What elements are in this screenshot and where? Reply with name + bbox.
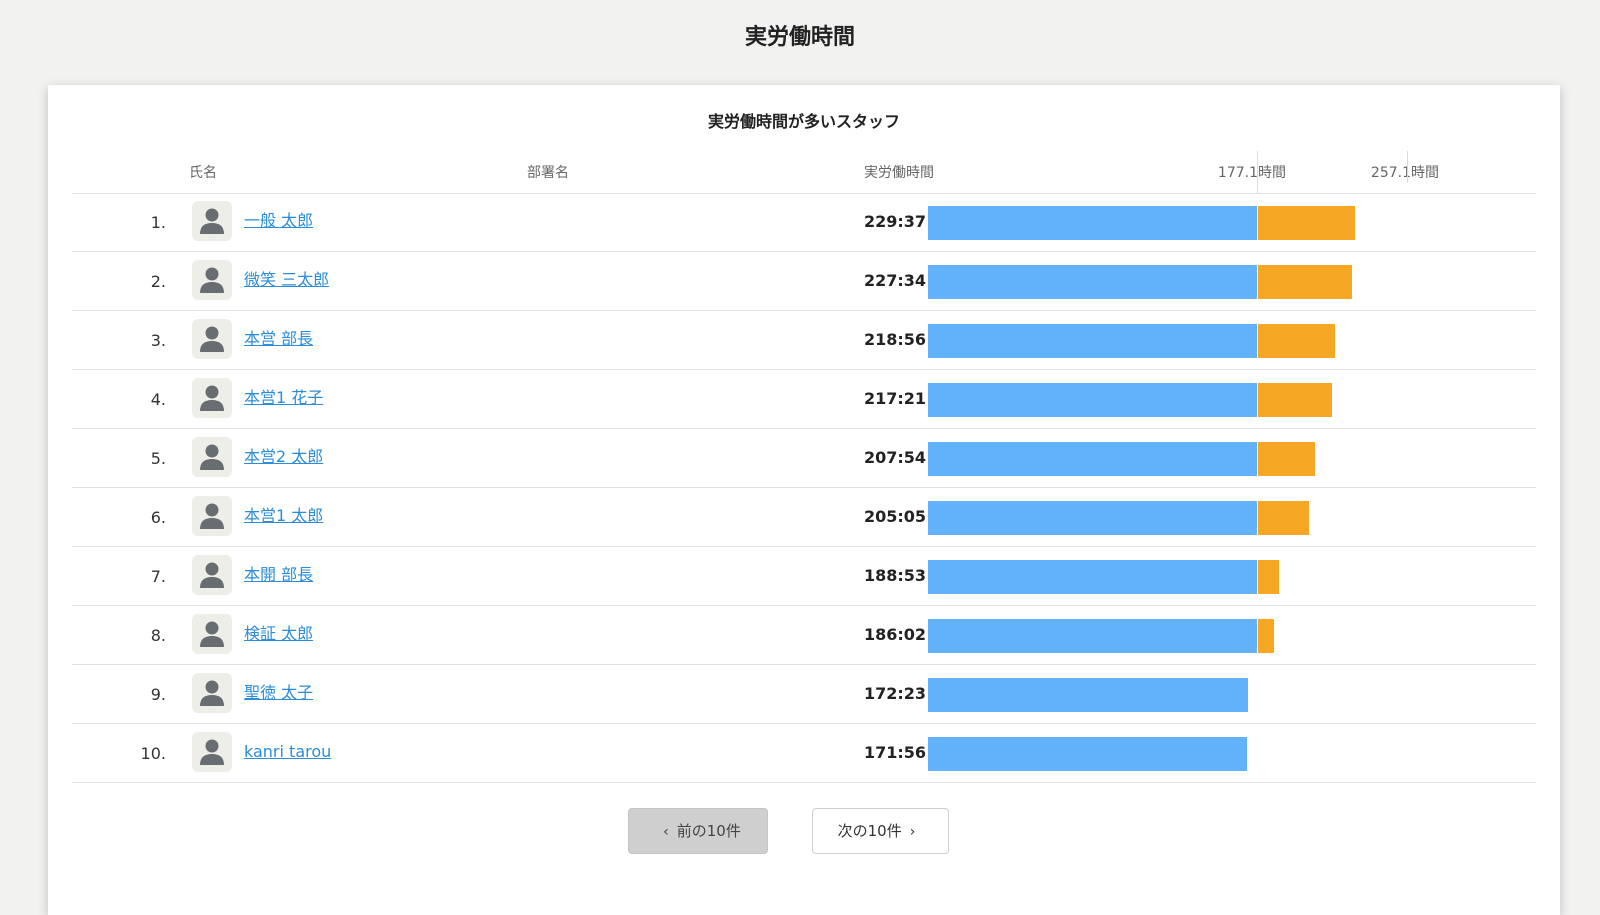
- staff-name-link[interactable]: 本営 部長: [244, 328, 313, 350]
- column-header-department: 部署名: [527, 165, 569, 181]
- hours-value: 217:21: [864, 389, 927, 408]
- rank-number: 3.: [150, 331, 166, 350]
- hours-bar-within: [928, 501, 1257, 535]
- reference-line-limit: [1407, 151, 1408, 183]
- hours-value: 218:56: [864, 330, 927, 349]
- next-page-label: 次の10件: [837, 822, 902, 840]
- avatar-icon: [192, 496, 232, 536]
- rank-number: 10.: [140, 744, 166, 763]
- hours-bar-within: [928, 442, 1257, 476]
- hours-bar-excess: [1258, 383, 1333, 417]
- hours-bar-excess: [1258, 206, 1356, 240]
- table-row: 6. 本営1 太郎 205:05: [72, 488, 1536, 547]
- staff-name-link[interactable]: 本営1 花子: [244, 387, 323, 409]
- hours-bar-within: [928, 678, 1249, 712]
- reference-label-limit: 257.1時間: [1370, 165, 1439, 181]
- reference-line-standard: [1257, 151, 1258, 193]
- hours-value: 229:37: [864, 212, 927, 231]
- hours-bar-within: [928, 560, 1257, 594]
- hours-value: 227:34: [864, 271, 927, 290]
- rank-number: 9.: [150, 685, 166, 704]
- rank-number: 8.: [150, 626, 166, 645]
- hours-bar-within: [928, 619, 1257, 653]
- staff-name-link[interactable]: 検証 太郎: [244, 623, 313, 645]
- avatar-icon: [192, 732, 232, 772]
- hours-value: 171:56: [864, 743, 927, 762]
- rank-number: 5.: [150, 449, 166, 468]
- table-row: 4. 本営1 花子 217:21: [72, 370, 1536, 429]
- hours-bar-excess: [1258, 442, 1315, 476]
- hours-value: 188:53: [864, 566, 927, 585]
- staff-name-link[interactable]: 本営2 太郎: [244, 446, 323, 468]
- table-row: 2. 微笑 三太郎 227:34: [72, 252, 1536, 311]
- chevron-right-icon: ›: [909, 824, 916, 840]
- avatar-icon: [192, 260, 232, 300]
- hours-bar-excess: [1258, 560, 1280, 594]
- table-row: 5. 本営2 太郎 207:54: [72, 429, 1536, 488]
- table-row: 8. 検証 太郎 186:02: [72, 606, 1536, 665]
- staff-name-link[interactable]: kanri tarou: [244, 741, 331, 763]
- card-title: 実労働時間が多いスタッフ: [707, 112, 900, 131]
- prev-page-label: 前の10件: [676, 822, 741, 840]
- hours-bar-excess: [1258, 619, 1274, 653]
- hours-bar-within: [928, 383, 1257, 417]
- table-row: 10. kanri tarou 171:56: [72, 724, 1536, 783]
- avatar-icon: [192, 673, 232, 713]
- table-row: 7. 本開 部長 188:53: [72, 547, 1536, 606]
- hours-value: 207:54: [864, 448, 927, 467]
- hours-bar-within: [928, 265, 1257, 299]
- table-row: 1. 一般 太郎 229:37: [72, 193, 1536, 252]
- rank-number: 4.: [150, 390, 166, 409]
- avatar-icon: [192, 201, 232, 241]
- column-header-hours: 実労働時間: [864, 165, 934, 181]
- pagination: ‹ 前の10件 次の10件 ›: [48, 808, 1560, 854]
- staff-name-link[interactable]: 微笑 三太郎: [244, 269, 329, 291]
- rank-number: 1.: [150, 213, 166, 232]
- avatar-icon: [192, 437, 232, 477]
- rank-number: 7.: [150, 567, 166, 586]
- table-row: 3. 本営 部長 218:56: [72, 311, 1536, 370]
- reference-label-standard: 177.1時間: [1217, 165, 1286, 181]
- staff-list: 1. 一般 太郎 229:37 2. 微笑 三太郎 227:34 3. 本営 部長 218:56…: [72, 193, 1536, 783]
- avatar-icon: [192, 614, 232, 654]
- table-row: 9. 聖徳 太子 172:23: [72, 665, 1536, 724]
- rank-number: 6.: [150, 508, 166, 527]
- hours-value: 205:05: [864, 507, 927, 526]
- staff-name-link[interactable]: 一般 太郎: [244, 210, 313, 232]
- avatar-icon: [192, 378, 232, 418]
- staff-name-link[interactable]: 本営1 太郎: [244, 505, 323, 527]
- avatar-icon: [192, 555, 232, 595]
- staff-name-link[interactable]: 本開 部長: [244, 564, 313, 586]
- column-header-name: 氏名: [189, 165, 217, 181]
- next-page-button[interactable]: 次の10件 ›: [812, 808, 949, 854]
- hours-value: 186:02: [864, 625, 927, 644]
- hours-bar-within: [928, 206, 1257, 240]
- staff-name-link[interactable]: 聖徳 太子: [244, 682, 313, 704]
- hours-bar-within: [928, 324, 1257, 358]
- avatar-icon: [192, 319, 232, 359]
- page-title: 実労働時間: [744, 25, 855, 50]
- table-header: 氏名 部署名 実労働時間 177.1時間 257.1時間: [72, 151, 1536, 194]
- staff-ranking-card: 実労働時間が多いスタッフ 氏名 部署名 実労働時間 177.1時間 257.1時…: [48, 85, 1560, 915]
- rank-number: 2.: [150, 272, 166, 291]
- hours-bar-within: [928, 737, 1248, 771]
- prev-page-button[interactable]: ‹ 前の10件: [628, 808, 768, 854]
- hours-bar-excess: [1258, 265, 1352, 299]
- hours-value: 172:23: [864, 684, 927, 703]
- hours-bar-excess: [1258, 501, 1310, 535]
- hours-bar-excess: [1258, 324, 1336, 358]
- chevron-left-icon: ‹: [663, 824, 669, 840]
